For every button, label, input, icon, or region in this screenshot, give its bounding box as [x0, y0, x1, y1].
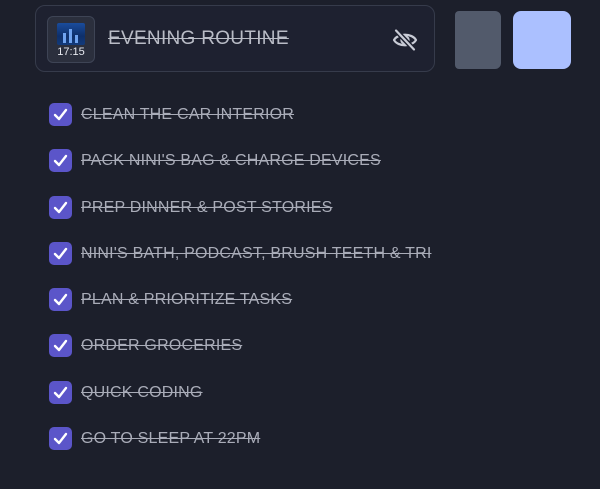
secondary-action-button[interactable]: [455, 11, 501, 69]
task-label: CLEAN THE CAR INTERIOR: [81, 106, 295, 123]
task-checkbox[interactable]: [49, 195, 72, 219]
task-checkbox[interactable]: [49, 427, 72, 451]
list-item[interactable]: PREP DINNER & POST STORIES: [49, 193, 569, 239]
city-night-image: [57, 23, 85, 45]
task-label: PREP DINNER & POST STORIES: [81, 198, 333, 216]
checkmark-icon: [53, 386, 68, 398]
list-item[interactable]: GO TO SLEEP AT 22PM: [49, 424, 569, 470]
task-label: ORDER GROCERIES: [81, 337, 243, 355]
routine-thumbnail: 17:15: [47, 16, 95, 63]
task-checkbox[interactable]: [49, 288, 72, 312]
routine-header[interactable]: 17:15 EVENING ROUTINE: [35, 5, 435, 72]
checkmark-icon: [53, 247, 68, 260]
checkmark-icon: [53, 201, 68, 213]
checkmark-icon: [53, 108, 68, 121]
checkmark-icon: [53, 340, 68, 352]
list-item[interactable]: ORDER GROCERIES: [49, 331, 569, 377]
visibility-toggle-button[interactable]: [389, 25, 421, 55]
task-checkbox[interactable]: [49, 334, 72, 358]
list-item[interactable]: PACK NINI'S BAG & CHARGE DEVICES: [49, 146, 569, 192]
list-item[interactable]: CLEAN THE CAR INTERIOR: [49, 100, 569, 146]
task-checkbox[interactable]: [49, 103, 72, 126]
list-item[interactable]: NINI'S BATH, PODCAST, BRUSH TEETH & TRI: [49, 239, 569, 285]
task-label: PACK NINI'S BAG & CHARGE DEVICES: [81, 152, 381, 170]
eye-off-icon: [392, 28, 418, 52]
task-label: PLAN & PRIORITIZE TASKS: [81, 291, 293, 309]
routine-title: EVENING ROUTINE: [108, 28, 289, 49]
task-list: CLEAN THE CAR INTERIOR PACK NINI'S BAG &…: [49, 100, 569, 470]
task-checkbox[interactable]: [49, 241, 72, 265]
checkmark-icon: [53, 293, 68, 306]
checkmark-icon: [53, 155, 68, 167]
list-item[interactable]: PLAN & PRIORITIZE TASKS: [49, 285, 569, 331]
routine-time: 17:15: [57, 46, 85, 58]
task-checkbox[interactable]: [49, 149, 72, 173]
task-label: QUICK CODING: [81, 383, 203, 401]
task-label: NINI'S BATH, PODCAST, BRUSH TEETH & TRI: [81, 244, 432, 262]
task-checkbox[interactable]: [49, 380, 72, 404]
primary-action-button[interactable]: [513, 11, 571, 69]
task-label: GO TO SLEEP AT 22PM: [81, 430, 261, 448]
list-item[interactable]: QUICK CODING: [49, 378, 569, 424]
checkmark-icon: [53, 432, 68, 445]
